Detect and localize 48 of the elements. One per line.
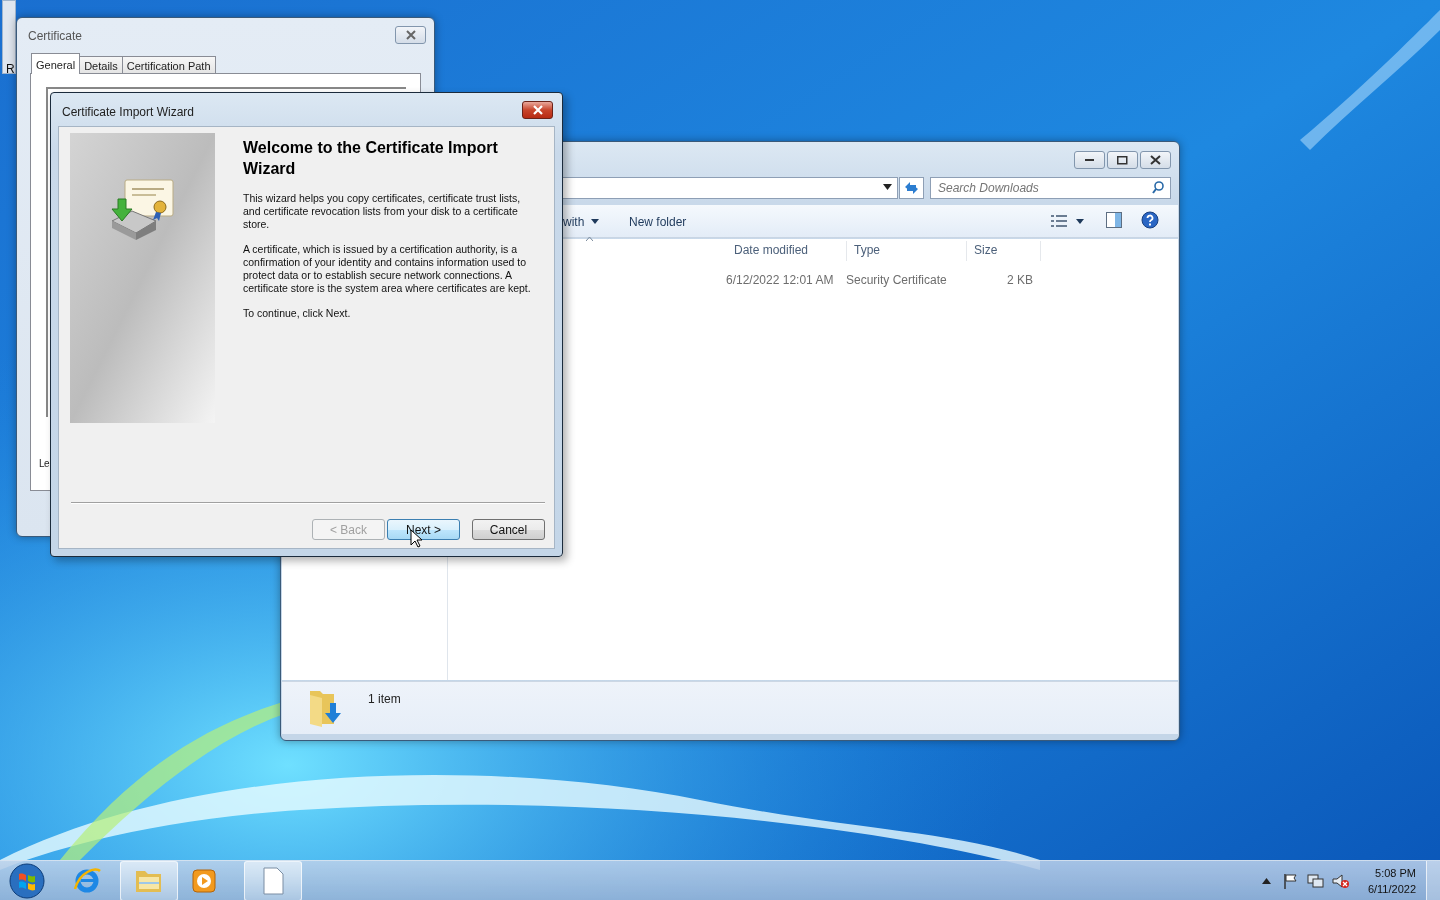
- wizard-heading: Welcome to the Certificate Import Wizard: [243, 138, 499, 179]
- column-header[interactable]: Date modified: [727, 241, 847, 261]
- window-control-button[interactable]: [1107, 151, 1138, 169]
- tab[interactable]: Certification Path: [121, 56, 216, 74]
- dropdown-arrow-icon[interactable]: [883, 184, 892, 190]
- tab[interactable]: Details: [79, 56, 123, 74]
- item-count: 1 item: [368, 691, 401, 708]
- speaker-muted-icon[interactable]: [1332, 873, 1349, 889]
- show-hidden-icons-icon[interactable]: [1262, 878, 1271, 884]
- wizard-paragraph: A certificate, which is issued by a certification authority, is a confirmation of your identity and contains information used to protect data or to establish secure network connections. A certificate store is the system area where certificates are kept.: [243, 243, 532, 295]
- maximize-icon: [1117, 155, 1128, 165]
- wizard-paragraph: This wizard helps you copy certificates, certificate trust lists, and certificate revocation lists from your disk to a certificate store.: [243, 192, 522, 231]
- dialog-button[interactable]: Cancel: [472, 519, 545, 540]
- help-icon[interactable]: [1141, 211, 1159, 229]
- dropdown-arrow-icon[interactable]: [591, 219, 599, 224]
- certificate-text: Le: [39, 457, 49, 471]
- refresh-icon: [903, 180, 920, 196]
- tab[interactable]: General: [31, 53, 81, 74]
- clock-button[interactable]: 5:08 PM 6/11/2022: [1356, 865, 1416, 897]
- flag-icon[interactable]: [1283, 873, 1298, 889]
- search-field[interactable]: Search Downloads: [930, 177, 1171, 199]
- close-icon: [1150, 155, 1161, 165]
- window-control-button[interactable]: [1074, 151, 1105, 169]
- window-title: Certificate: [28, 28, 83, 45]
- certificate-import-icon: [110, 177, 176, 241]
- close-button[interactable]: [522, 101, 553, 119]
- table-cell-text: 6/12/2022 12:01 AM: [726, 272, 834, 289]
- clock-time: 5:08 PM: [1375, 866, 1416, 881]
- preview-pane-icon[interactable]: [1106, 212, 1122, 228]
- column-header[interactable]: Type: [847, 241, 967, 261]
- column-header[interactable]: Size: [967, 241, 1041, 261]
- search-icon[interactable]: [1152, 181, 1164, 194]
- view-options-icon[interactable]: [1051, 214, 1067, 228]
- desktop-shortcut[interactable]: [2, 0, 16, 74]
- dropdown-arrow-icon[interactable]: [1076, 219, 1084, 224]
- toolbar-button[interactable]: with: [563, 213, 585, 231]
- clock-date: 6/11/2022: [1367, 882, 1416, 897]
- desktop-icon-label: R: [6, 61, 15, 78]
- window-control-button[interactable]: [1140, 151, 1171, 169]
- window-title: Certificate Import Wizard: [62, 104, 195, 121]
- table-cell-text: Security Certificate: [846, 272, 947, 289]
- close-button[interactable]: [395, 26, 426, 44]
- table-cell-text: 2 KB: [1006, 272, 1033, 289]
- network-icon[interactable]: [1307, 873, 1324, 889]
- wizard-paragraph: To continue, click Next.: [243, 307, 352, 320]
- minimize-icon: [1085, 159, 1094, 161]
- start-button[interactable]: [7, 862, 47, 900]
- toolbar-button[interactable]: New folder: [629, 213, 687, 231]
